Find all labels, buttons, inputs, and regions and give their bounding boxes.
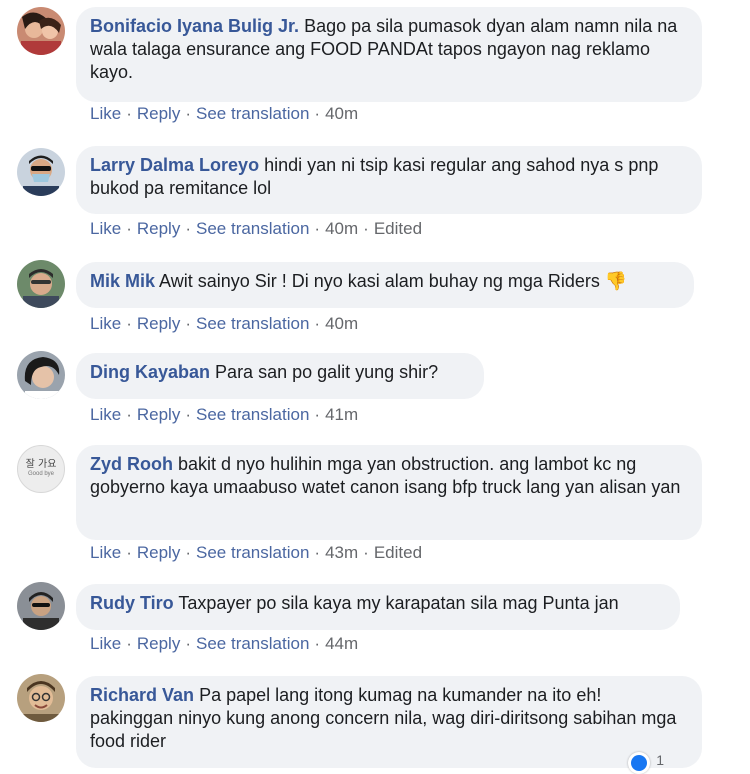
separator: · bbox=[314, 314, 321, 333]
comment-author[interactable]: Rudy Tiro bbox=[90, 593, 174, 613]
separator: · bbox=[185, 543, 191, 562]
comment-timestamp[interactable]: 40m bbox=[325, 314, 358, 333]
comment-actions: Like · Reply · See translation · 40m · Edited bbox=[90, 219, 422, 239]
reaction-count[interactable]: 1 bbox=[656, 749, 664, 772]
like-button[interactable]: Like bbox=[90, 104, 121, 123]
avatar[interactable]: 잘 가요 Good bye bbox=[17, 445, 65, 493]
avatar[interactable] bbox=[17, 148, 65, 196]
comment-bubble: Bonifacio Iyana Bulig Jr. Bago pa sila p… bbox=[76, 7, 702, 102]
reply-button[interactable]: Reply bbox=[137, 219, 180, 238]
comment-actions: Like · Reply · See translation · 44m bbox=[90, 634, 358, 654]
like-button[interactable]: Like bbox=[90, 314, 121, 333]
avatar[interactable] bbox=[17, 582, 65, 630]
reply-button[interactable]: Reply bbox=[137, 405, 180, 424]
separator: · bbox=[126, 219, 132, 238]
separator: · bbox=[363, 543, 369, 562]
see-translation-link[interactable]: See translation bbox=[196, 314, 309, 333]
edited-label[interactable]: Edited bbox=[374, 219, 422, 238]
reply-button[interactable]: Reply bbox=[137, 314, 180, 333]
comment-bubble: Larry Dalma Loreyo hindi yan ni tsip kas… bbox=[76, 146, 702, 214]
separator: · bbox=[185, 634, 191, 653]
comment-timestamp[interactable]: 43m bbox=[325, 543, 358, 562]
separator: · bbox=[363, 219, 369, 238]
comment-bubble: Richard Van Pa papel lang itong kumag na… bbox=[76, 676, 702, 774]
reply-button[interactable]: Reply bbox=[137, 543, 180, 562]
like-button[interactable]: Like bbox=[90, 543, 121, 562]
separator: · bbox=[314, 104, 321, 123]
avatar[interactable] bbox=[17, 260, 65, 308]
comment-bubble: Mik Mik Awit sainyo Sir ! Di nyo kasi al… bbox=[76, 262, 694, 308]
comment-author[interactable]: Larry Dalma Loreyo bbox=[90, 155, 259, 175]
like-reaction-icon[interactable] bbox=[628, 752, 650, 774]
like-button[interactable]: Like bbox=[90, 219, 121, 238]
like-button[interactable]: Like bbox=[90, 405, 121, 424]
separator: · bbox=[314, 219, 321, 238]
comment-bubble: Rudy Tiro Taxpayer po sila kaya my karap… bbox=[76, 584, 680, 630]
see-translation-link[interactable]: See translation bbox=[196, 543, 309, 562]
see-translation-link[interactable]: See translation bbox=[196, 634, 309, 653]
avatar[interactable] bbox=[17, 351, 65, 399]
avatar[interactable] bbox=[17, 7, 65, 55]
avatar[interactable] bbox=[17, 674, 65, 722]
reply-button[interactable]: Reply bbox=[137, 634, 180, 653]
comment-actions: Like · Reply · See translation · 40m bbox=[90, 314, 358, 334]
separator: · bbox=[314, 543, 321, 562]
comment-author[interactable]: Richard Van bbox=[90, 685, 194, 705]
separator: · bbox=[314, 634, 321, 653]
thumbs-down-emoji-icon: 👎 bbox=[604, 271, 628, 291]
separator: · bbox=[314, 405, 321, 424]
see-translation-link[interactable]: See translation bbox=[196, 219, 309, 238]
comment-actions: Like · Reply · See translation · 43m · Edited bbox=[90, 543, 422, 563]
reply-button[interactable]: Reply bbox=[137, 104, 180, 123]
comment-timestamp[interactable]: 40m bbox=[325, 104, 358, 123]
comment-text: Taxpayer po sila kaya my karapatan sila … bbox=[178, 593, 619, 613]
comment-timestamp[interactable]: 44m bbox=[325, 634, 358, 653]
comment-actions: Like · Reply · See translation · 40m bbox=[90, 104, 358, 124]
avatar-text: 잘 가요 bbox=[25, 459, 57, 470]
comment-actions: Like · Reply · See translation · 41m bbox=[90, 405, 358, 425]
see-translation-link[interactable]: See translation bbox=[196, 104, 309, 123]
separator: · bbox=[126, 405, 132, 424]
comment-text: Awit sainyo Sir ! Di nyo kasi alam buhay… bbox=[159, 271, 600, 291]
separator: · bbox=[126, 634, 132, 653]
comment-author[interactable]: Zyd Rooh bbox=[90, 454, 173, 474]
comment-author[interactable]: Bonifacio Iyana Bulig Jr. bbox=[90, 16, 299, 36]
separator: · bbox=[126, 543, 132, 562]
separator: · bbox=[126, 104, 132, 123]
comment-author[interactable]: Ding Kayaban bbox=[90, 362, 210, 382]
comment-timestamp[interactable]: 41m bbox=[325, 405, 358, 424]
separator: · bbox=[185, 314, 191, 333]
separator: · bbox=[126, 314, 132, 333]
comment-text: Para san po galit yung shir? bbox=[215, 362, 439, 382]
separator: · bbox=[185, 405, 191, 424]
edited-label[interactable]: Edited bbox=[374, 543, 422, 562]
see-translation-link[interactable]: See translation bbox=[196, 405, 309, 424]
comment-text: bakit d nyo hulihin mga yan obstruction.… bbox=[90, 454, 681, 497]
separator: · bbox=[185, 219, 191, 238]
comment-bubble: Zyd Rooh bakit d nyo hulihin mga yan obs… bbox=[76, 445, 702, 540]
comment-timestamp[interactable]: 40m bbox=[325, 219, 358, 238]
separator: · bbox=[185, 104, 191, 123]
comment-bubble: Ding Kayaban Para san po galit yung shir… bbox=[76, 353, 484, 399]
avatar-subtext: Good bye bbox=[27, 471, 55, 477]
like-button[interactable]: Like bbox=[90, 634, 121, 653]
comment-author[interactable]: Mik Mik bbox=[90, 271, 155, 291]
